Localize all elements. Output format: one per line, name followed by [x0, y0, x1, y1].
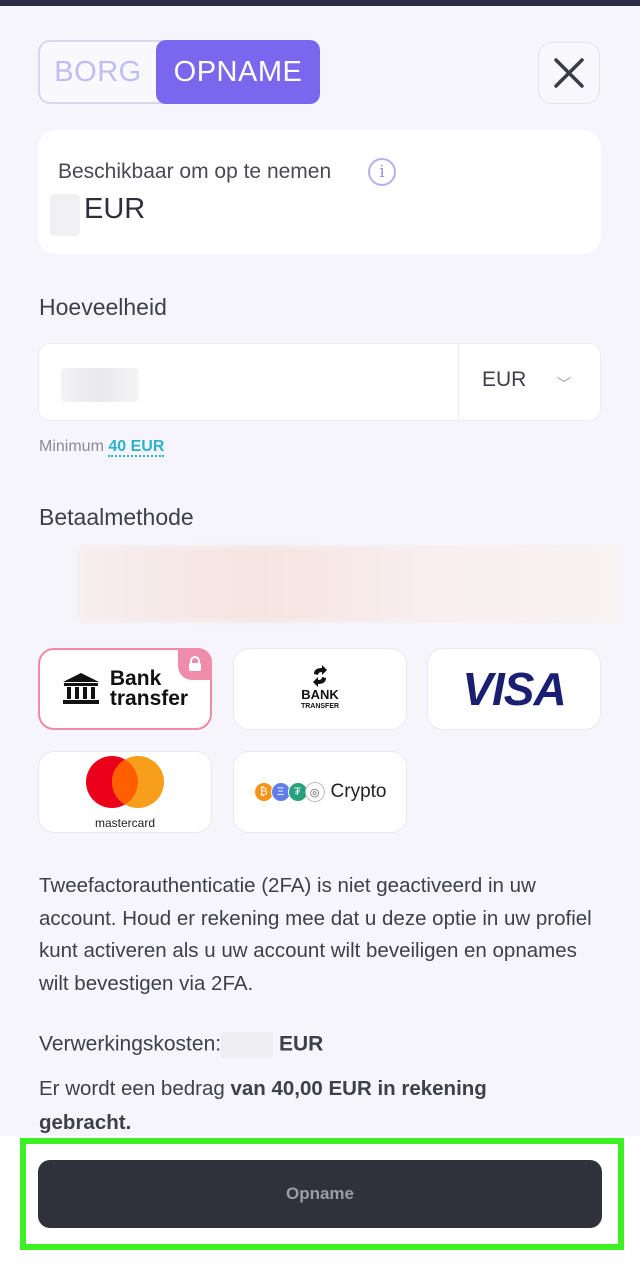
fee-amount-hidden	[221, 1032, 274, 1058]
charge-notice: Er wordt een bedrag van 40,00 EUR in rek…	[39, 1072, 559, 1140]
charge-prefix: Er wordt een bedrag	[39, 1077, 225, 1100]
bank-transfer-label: Bank transfer	[109, 667, 189, 710]
payment-option-crypto[interactable]: ₿ Ξ ₮ ◎ Crypto	[233, 751, 407, 833]
payment-option-mastercard[interactable]: mastercard	[38, 751, 212, 833]
transfer-arrows-icon	[313, 665, 327, 687]
withdraw-submit-button[interactable]: Opname	[38, 1160, 602, 1228]
divider	[458, 344, 459, 420]
chevron-down-icon[interactable]: ﹀	[557, 374, 571, 394]
bank-transfer-line2: transfer	[109, 687, 189, 710]
visa-logo: VISA	[462, 663, 566, 715]
mastercard-logo: mastercard	[82, 755, 168, 830]
amount-field[interactable]: EUR ﹀	[38, 343, 601, 421]
tab-borg[interactable]: BORG	[40, 42, 156, 102]
fee-label: Verwerkingskosten:	[39, 1032, 222, 1056]
bank2-line1: BANK	[301, 687, 339, 702]
bank-transfer-logo: BANK TRANSFER	[301, 665, 339, 713]
balance-label: Beschikbaar om op te nemen	[58, 160, 332, 183]
payment-method-banner-hidden	[78, 546, 620, 622]
balance-currency: EUR	[84, 193, 146, 225]
payment-option-visa[interactable]: VISA	[427, 648, 601, 730]
crypto-logo: ₿ Ξ ₮ ◎ Crypto	[253, 781, 387, 803]
close-button[interactable]	[538, 42, 600, 104]
bank-icon	[62, 673, 99, 704]
top-edge	[0, 0, 640, 6]
mode-tabs: BORG OPNAME	[38, 40, 320, 104]
amount-input-value-hidden[interactable]	[61, 368, 139, 402]
coin-more-icon: ◎	[304, 782, 325, 802]
fee-currency: EUR	[278, 1032, 324, 1056]
bank-transfer-line1: Bank	[109, 667, 162, 690]
mastercard-label: mastercard	[94, 815, 156, 830]
payment-method-label: Betaalmethode	[39, 504, 194, 530]
info-icon[interactable]: i	[368, 158, 396, 186]
mastercard-icon	[86, 755, 164, 808]
processing-fee: Verwerkingskosten: EUR	[39, 1032, 323, 1058]
amount-label: Hoeveelheid	[39, 294, 167, 320]
minimum-value[interactable]: 40 EUR	[108, 438, 165, 457]
2fa-notice: Tweefactorauthenticatie (2FA) is niet ge…	[39, 874, 592, 995]
balance-card: Beschikbaar om op te nemen i EUR	[38, 130, 601, 254]
lock-badge	[178, 648, 212, 680]
tab-opname[interactable]: OPNAME	[156, 40, 320, 104]
payment-option-bank-transfer-2[interactable]: BANK TRANSFER	[233, 648, 407, 730]
minimum-label: Minimum	[39, 438, 104, 455]
minimum-hint: Minimum 40 EUR	[39, 438, 165, 457]
withdraw-panel: BORG OPNAME Beschikbaar om op te nemen i…	[0, 0, 640, 1280]
crypto-label: Crypto	[330, 781, 387, 802]
close-icon	[554, 58, 584, 88]
bank2-line2: TRANSFER	[300, 703, 340, 710]
balance-amount-hidden	[50, 194, 80, 236]
lock-icon	[189, 656, 201, 671]
payment-option-bank-transfer[interactable]: Bank transfer	[38, 648, 212, 730]
currency-select-value[interactable]: EUR	[482, 368, 526, 392]
